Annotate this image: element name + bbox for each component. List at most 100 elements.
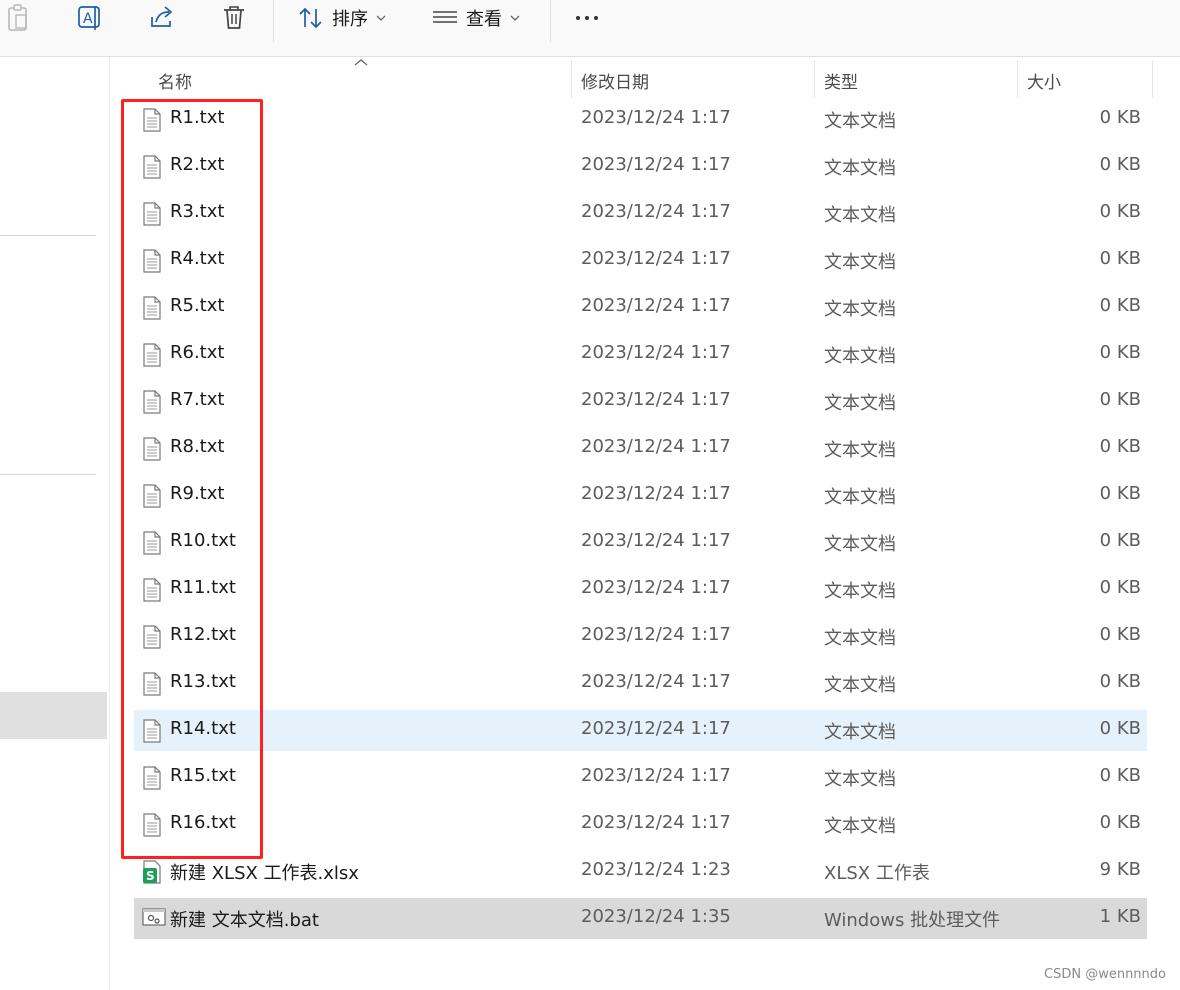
file-size: 0 KB [1099,577,1141,598]
rename-button[interactable]: A [76,2,104,34]
file-size: 0 KB [1099,154,1141,175]
file-size: 1 KB [1099,906,1141,927]
file-row[interactable]: R7.txt 2023/12/24 1:17 文本文档 0 KB [134,381,1147,422]
file-size: 0 KB [1099,483,1141,504]
file-row[interactable]: R15.txt 2023/12/24 1:17 文本文档 0 KB [134,757,1147,798]
file-modified-date: 2023/12/24 1:17 [581,436,731,457]
file-modified-date: 2023/12/24 1:17 [581,248,731,269]
view-button[interactable]: 查看 [432,2,520,34]
watermark: CSDN @wennnndo [1044,967,1166,982]
file-type: 文本文档 [824,299,896,320]
column-date-label: 修改日期 [581,73,649,93]
file-name: 新建 XLSX 工作表.xlsx [170,863,359,884]
file-row[interactable]: 新建 文本文档.bat 2023/12/24 1:35 Windows 批处理文件 1… [134,898,1147,939]
file-type: 文本文档 [824,534,896,555]
file-type: 文本文档 [824,205,896,226]
file-type: 文本文档 [824,722,896,743]
svg-text:A: A [83,11,93,27]
rename-icon: A [78,6,100,30]
file-type: 文本文档 [824,440,896,461]
file-size: 0 KB [1099,718,1141,739]
chevron-down-icon [376,15,386,21]
file-type: Windows 批处理文件 [824,910,1001,931]
view-label: 查看 [466,9,502,30]
column-type-label: 类型 [824,73,858,93]
file-row[interactable]: R5.txt 2023/12/24 1:17 文本文档 0 KB [134,287,1147,328]
file-row[interactable]: R12.txt 2023/12/24 1:17 文本文档 0 KB [134,616,1147,657]
file-type: 文本文档 [824,816,896,837]
sort-button[interactable]: 排序 [298,2,386,34]
file-modified-date: 2023/12/24 1:17 [581,718,731,739]
nav-divider [0,474,96,475]
more-options-button[interactable] [574,2,602,34]
column-header-size[interactable]: 大小 [1018,58,1152,98]
column-header-name[interactable]: 名称 [134,58,571,98]
file-row[interactable]: R4.txt 2023/12/24 1:17 文本文档 0 KB [134,240,1147,281]
file-row[interactable]: R1.txt 2023/12/24 1:17 文本文档 0 KB [134,99,1147,140]
file-size: 0 KB [1099,295,1141,316]
file-type: 文本文档 [824,393,896,414]
file-size: 0 KB [1099,530,1141,551]
column-separator[interactable] [1152,60,1153,98]
column-header-type[interactable]: 类型 [815,58,1017,98]
file-size: 0 KB [1099,342,1141,363]
file-row[interactable]: R8.txt 2023/12/24 1:17 文本文档 0 KB [134,428,1147,469]
file-size: 0 KB [1099,812,1141,833]
share-icon [151,6,173,27]
file-row[interactable]: R9.txt 2023/12/24 1:17 文本文档 0 KB [134,475,1147,516]
column-size-label: 大小 [1027,73,1061,93]
file-type: 文本文档 [824,158,896,179]
file-row[interactable]: R16.txt 2023/12/24 1:17 文本文档 0 KB [134,804,1147,845]
toolbar-separator [273,0,274,42]
annotation-highlight-box [121,99,263,859]
file-type: 文本文档 [824,581,896,602]
file-modified-date: 2023/12/24 1:17 [581,342,731,363]
file-type: 文本文档 [824,769,896,790]
delete-button[interactable] [220,2,248,34]
file-modified-date: 2023/12/24 1:17 [581,765,731,786]
file-modified-date: 2023/12/24 1:17 [581,530,731,551]
clipboard-icon [8,4,27,31]
file-modified-date: 2023/12/24 1:17 [581,201,731,222]
file-row[interactable]: R3.txt 2023/12/24 1:17 文本文档 0 KB [134,193,1147,234]
file-modified-date: 2023/12/24 1:17 [581,577,731,598]
share-button[interactable] [148,2,176,34]
file-size: 9 KB [1099,859,1141,880]
file-size: 0 KB [1099,201,1141,222]
chevron-down-icon [510,15,520,21]
file-modified-date: 2023/12/24 1:17 [581,389,731,410]
svg-text:S: S [146,869,155,883]
paste-button[interactable] [6,2,32,34]
file-type: 文本文档 [824,346,896,367]
trash-icon [224,6,244,29]
file-size: 0 KB [1099,248,1141,269]
column-header-date[interactable]: 修改日期 [572,58,814,98]
column-name-label: 名称 [158,73,192,93]
nav-divider [0,235,96,236]
file-size: 0 KB [1099,389,1141,410]
view-lines-icon [433,11,457,23]
file-modified-date: 2023/12/24 1:17 [581,107,731,128]
file-modified-date: 2023/12/24 1:17 [581,812,731,833]
sort-label: 排序 [332,9,368,30]
file-size: 0 KB [1099,765,1141,786]
sort-arrows-icon [299,7,322,29]
nav-item-selected[interactable] [0,692,107,739]
file-name: 新建 文本文档.bat [170,910,319,931]
file-row[interactable]: R11.txt 2023/12/24 1:17 文本文档 0 KB [134,569,1147,610]
file-row[interactable]: R13.txt 2023/12/24 1:17 文本文档 0 KB [134,663,1147,704]
file-row[interactable]: R6.txt 2023/12/24 1:17 文本文档 0 KB [134,334,1147,375]
file-type: 文本文档 [824,675,896,696]
file-row[interactable]: R10.txt 2023/12/24 1:17 文本文档 0 KB [134,522,1147,563]
navigation-pane[interactable] [0,57,110,990]
spreadsheet-icon: S [142,860,162,888]
file-type: 文本文档 [824,111,896,132]
file-modified-date: 2023/12/24 1:17 [581,483,731,504]
more-dots-icon [576,16,598,20]
file-row[interactable]: S 新建 XLSX 工作表.xlsx 2023/12/24 1:23 XLSX 工作表… [134,851,1147,892]
file-modified-date: 2023/12/24 1:17 [581,671,731,692]
file-modified-date: 2023/12/24 1:35 [581,906,731,927]
file-row[interactable]: R14.txt 2023/12/24 1:17 文本文档 0 KB [134,710,1147,751]
file-row[interactable]: R2.txt 2023/12/24 1:17 文本文档 0 KB [134,146,1147,187]
file-size: 0 KB [1099,671,1141,692]
